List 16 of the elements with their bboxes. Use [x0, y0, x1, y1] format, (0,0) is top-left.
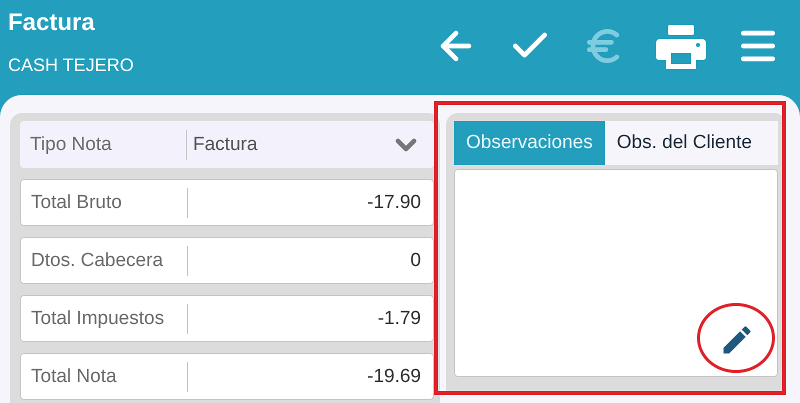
field-label: Tipo Nota [30, 134, 113, 156]
field-value: -17.90 [366, 192, 421, 214]
customer-name: CASH TEJERO [8, 55, 134, 76]
field-label: Total Impuestos [31, 308, 166, 330]
field-label: Total Bruto [31, 192, 123, 214]
field-value: 0 [409, 250, 421, 272]
field-value: Factura [192, 134, 258, 156]
field-value: -19.69 [366, 366, 421, 388]
field-label: Total Nota [31, 366, 118, 388]
field-label: Dtos. Cabecera [31, 250, 164, 272]
tab[interactable]: Obs. del Cliente [604, 121, 764, 165]
printer-icon[interactable] [656, 22, 706, 68]
note-type-dropdown[interactable]: Tipo Nota Factura [20, 121, 434, 168]
page-title: Factura [8, 9, 96, 37]
notes-field[interactable] [454, 169, 778, 377]
field-value: -1.79 [376, 308, 421, 330]
